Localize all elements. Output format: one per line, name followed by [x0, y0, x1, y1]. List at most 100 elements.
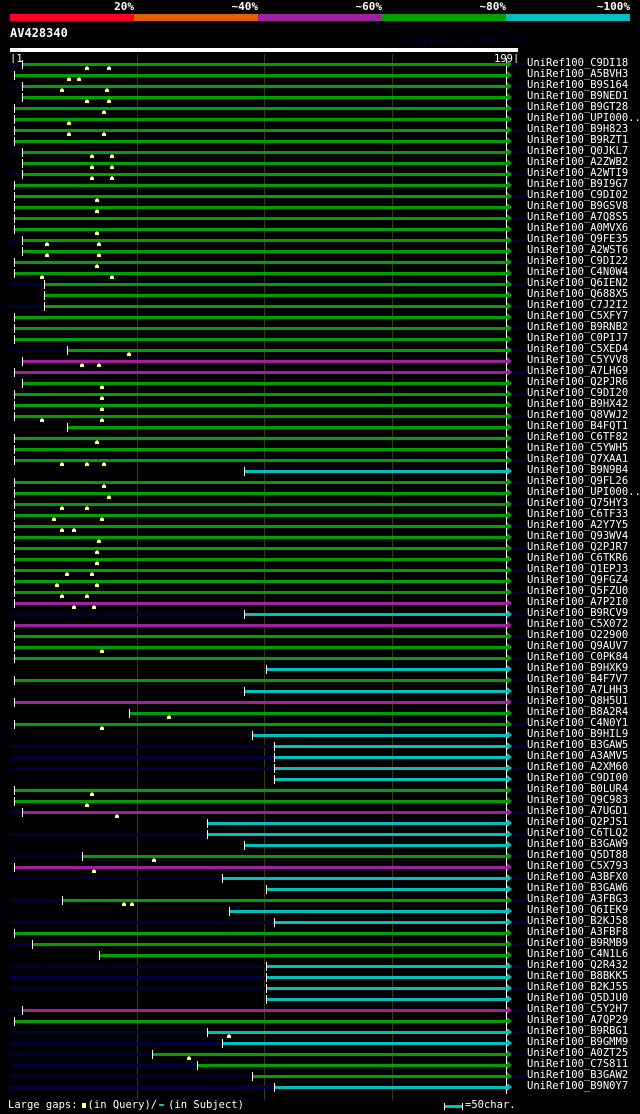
alignment-bar[interactable]	[14, 536, 507, 539]
alignment-bar[interactable]	[266, 976, 507, 979]
alignment-bar[interactable]	[22, 173, 507, 176]
alignment-bar[interactable]	[22, 811, 507, 814]
alignment-bar[interactable]	[266, 987, 507, 990]
alignment-bar[interactable]	[152, 1053, 507, 1056]
alignment-bar[interactable]	[244, 613, 507, 616]
alignment-bar[interactable]	[14, 602, 507, 605]
alignment-bar[interactable]	[14, 723, 507, 726]
alignment-bar[interactable]	[22, 360, 507, 363]
alignment-bar[interactable]	[266, 668, 507, 671]
alignment-bar[interactable]	[266, 965, 507, 968]
alignment-bar[interactable]	[14, 448, 507, 451]
alignment-bar[interactable]	[207, 1031, 507, 1034]
alignment-bar[interactable]	[99, 954, 507, 957]
alignment-bar[interactable]	[62, 899, 507, 902]
alignment-bar[interactable]	[44, 294, 507, 297]
alignment-bar[interactable]	[14, 547, 507, 550]
alignment-bar[interactable]	[22, 239, 507, 242]
alignment-bar[interactable]	[14, 195, 507, 198]
alignment-bar[interactable]	[266, 888, 507, 891]
alignment-bar[interactable]	[274, 745, 507, 748]
alignment-bar[interactable]	[274, 1086, 507, 1089]
alignment-bar[interactable]	[229, 910, 507, 913]
alignment-bar[interactable]	[22, 63, 507, 66]
alignment-bar[interactable]	[14, 866, 507, 869]
alignment-bar[interactable]	[129, 712, 507, 715]
unaligned-segment	[512, 85, 526, 88]
alignment-bar[interactable]	[14, 789, 507, 792]
alignment-bar[interactable]	[14, 371, 507, 374]
alignment-bar[interactable]	[22, 85, 507, 88]
alignment-bar[interactable]	[14, 701, 507, 704]
alignment-bar[interactable]	[22, 382, 507, 385]
alignment-bar[interactable]	[14, 437, 507, 440]
alignment-bar[interactable]	[244, 844, 507, 847]
alignment-bar[interactable]	[14, 74, 507, 77]
alignment-bar[interactable]	[14, 393, 507, 396]
alignment-bar[interactable]	[22, 96, 507, 99]
alignment-bar[interactable]	[222, 1042, 507, 1045]
alignment-bar[interactable]	[82, 855, 507, 858]
alignment-bar[interactable]	[274, 921, 507, 924]
alignment-bar[interactable]	[244, 690, 507, 693]
alignment-bar[interactable]	[252, 1075, 507, 1078]
alignment-bar[interactable]	[14, 217, 507, 220]
alignment-bar[interactable]	[14, 140, 507, 143]
alignment-bar[interactable]	[14, 415, 507, 418]
alignment-bar[interactable]	[14, 679, 507, 682]
alignment-bar[interactable]	[22, 162, 507, 165]
alignment-bar[interactable]	[207, 822, 507, 825]
alignment-bar[interactable]	[14, 261, 507, 264]
alignment-bar[interactable]	[266, 998, 507, 1001]
alignment-bar[interactable]	[14, 272, 507, 275]
alignment-bar[interactable]	[207, 833, 507, 836]
alignment-bar[interactable]	[14, 459, 507, 462]
alignment-bar[interactable]	[14, 657, 507, 660]
alignment-bar[interactable]	[274, 778, 507, 781]
alignment-bar[interactable]	[32, 943, 507, 946]
alignment-bar[interactable]	[14, 228, 507, 231]
alignment-bar[interactable]	[14, 624, 507, 627]
alignment-bar[interactable]	[197, 1064, 507, 1067]
alignment-bar[interactable]	[14, 646, 507, 649]
alignment-bar[interactable]	[44, 283, 507, 286]
alignment-bar[interactable]	[22, 1009, 507, 1012]
alignment-bar[interactable]	[14, 404, 507, 407]
alignment-bar[interactable]	[14, 327, 507, 330]
hit-name-link[interactable]: UniRef100_B9N0Y7	[527, 1080, 628, 1092]
alignment-bar[interactable]	[274, 767, 507, 770]
alignment-bar[interactable]	[14, 129, 507, 132]
alignment-bar[interactable]	[14, 932, 507, 935]
alignment-bar[interactable]	[14, 635, 507, 638]
alignment-bar[interactable]	[14, 591, 507, 594]
alignment-bar[interactable]	[14, 492, 507, 495]
alignment-bar[interactable]	[14, 316, 507, 319]
alignment-bar[interactable]	[14, 525, 507, 528]
alignment-bar[interactable]	[14, 338, 507, 341]
alignment-bar[interactable]	[22, 250, 507, 253]
alignment-bar[interactable]	[274, 756, 507, 759]
alignment-bar[interactable]	[22, 151, 507, 154]
alignment-bar[interactable]	[14, 558, 507, 561]
alignment-bar[interactable]	[14, 580, 507, 583]
alignment-bar[interactable]	[14, 118, 507, 121]
hit-row[interactable]: UniRef100_B9N0Y7	[0, 1080, 640, 1093]
alignment-bar[interactable]	[14, 569, 507, 572]
alignment-bar[interactable]	[252, 734, 507, 737]
alignment-bar[interactable]	[14, 503, 507, 506]
unaligned-segment	[512, 349, 526, 352]
pct-label-80: ~80%	[479, 0, 507, 13]
alignment-bar[interactable]	[14, 514, 507, 517]
alignment-bar[interactable]	[222, 877, 507, 880]
alignment-bar[interactable]	[67, 349, 507, 352]
alignment-bar[interactable]	[244, 470, 507, 473]
alignment-bar[interactable]	[67, 426, 507, 429]
scale-segment	[258, 14, 382, 21]
alignment-bar[interactable]	[14, 184, 507, 187]
alignment-bar[interactable]	[44, 305, 507, 308]
alignment-bar[interactable]	[14, 1020, 507, 1023]
alignment-bar[interactable]	[14, 206, 507, 209]
alignment-bar[interactable]	[14, 800, 507, 803]
alignment-bar[interactable]	[14, 107, 507, 110]
alignment-bar[interactable]	[14, 481, 507, 484]
